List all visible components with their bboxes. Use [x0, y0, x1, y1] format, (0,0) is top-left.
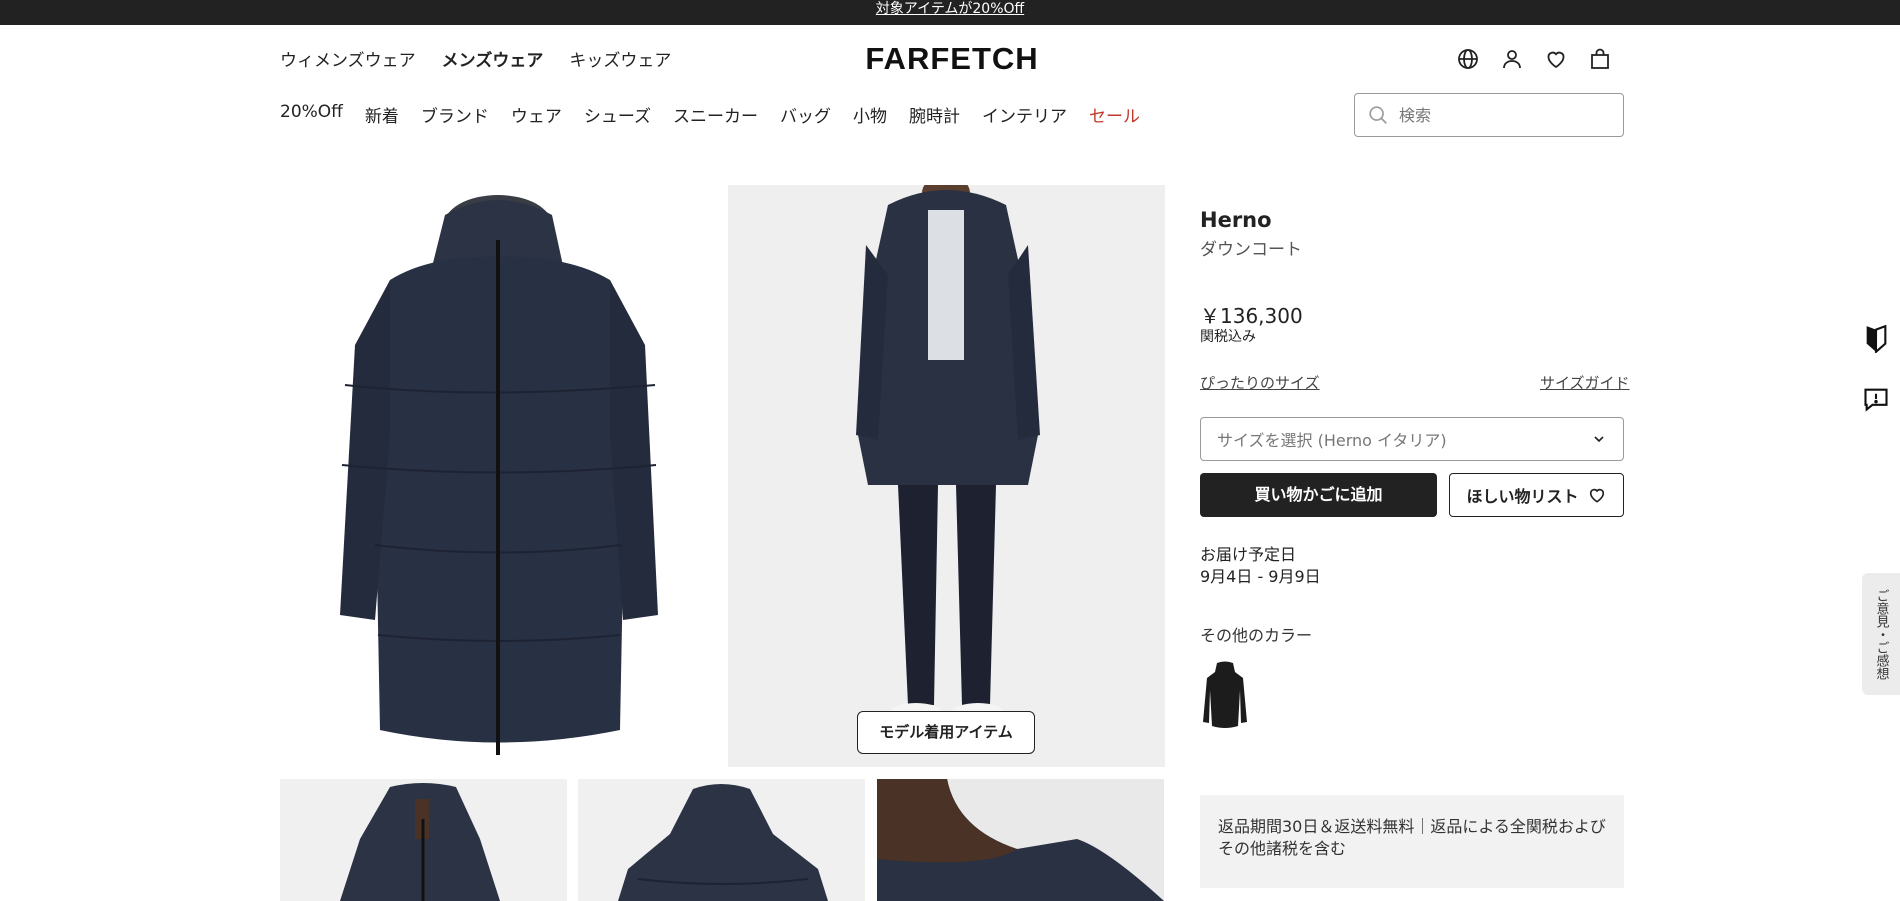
color-variant-swatch[interactable] [1200, 660, 1250, 730]
thumbnail-hood-front [340, 783, 500, 901]
product-price: ￥136,300 [1200, 304, 1303, 328]
product-brand[interactable]: Herno [1200, 208, 1272, 232]
thumbnail-hood-back [618, 784, 828, 901]
returns-info: 返品期間30日＆返送料無料｜返品による全関税および その他諸税を含む [1200, 795, 1624, 888]
category-sale[interactable]: セール [1089, 102, 1140, 127]
product-name: ダウンコート [1200, 240, 1302, 260]
category-accessories[interactable]: 小物 [853, 102, 887, 127]
product-thumbnail[interactable] [280, 779, 567, 901]
chat-feedback-icon[interactable] [1862, 385, 1890, 413]
product-image-model[interactable] [728, 185, 1165, 767]
category-brands[interactable]: ブランド [421, 102, 489, 127]
category-shoes[interactable]: シューズ [584, 102, 651, 127]
feedback-label: ご意見・ご感想 [1873, 588, 1889, 680]
category-bags[interactable]: バッグ [780, 102, 831, 127]
feedback-tab[interactable]: ご意見・ご感想 [1862, 573, 1900, 695]
size-select-placeholder: サイズを選択 (Herno イタリア) [1217, 431, 1447, 450]
beginner-badge-icon[interactable] [1862, 325, 1890, 353]
chevron-down-icon [1594, 436, 1604, 443]
shopping-bag-icon[interactable] [1588, 47, 1612, 71]
product-image-front[interactable] [280, 185, 717, 767]
black-coat-thumbnail [1203, 661, 1247, 728]
header-actions [1456, 47, 1612, 71]
model-illustration [728, 185, 1165, 767]
wishlist-label: ほしい物リスト [1466, 487, 1579, 506]
promo-link[interactable]: 対象アイテムが20%Off [876, 1, 1024, 17]
tax-note: 関税込み [1200, 329, 1256, 345]
department-nav: ウィメンズウェア メンズウェア キッズウェア [280, 46, 671, 71]
model-wearing-badge[interactable]: モデル着用アイテム [857, 711, 1035, 754]
search-input[interactable] [1399, 105, 1599, 125]
dept-womenswear[interactable]: ウィメンズウェア [280, 46, 416, 71]
account-icon[interactable] [1500, 47, 1524, 71]
add-to-wishlist-button[interactable]: ほしい物リスト [1449, 473, 1624, 517]
delivery-label: お届け予定日 [1200, 545, 1297, 564]
category-sneakers[interactable]: スニーカー [673, 102, 758, 127]
category-new-in[interactable]: 新着 [365, 102, 399, 127]
delivery-date: 9月4日 - 9月9日 [1200, 567, 1321, 586]
category-nav: 20%Off 新着 ブランド ウェア シューズ スニーカー バッグ 小物 腕時計… [280, 102, 1140, 127]
category-clothing[interactable]: ウェア [511, 102, 562, 127]
thumbnail-detail [877, 779, 1164, 901]
wishlist-heart-icon[interactable] [1544, 47, 1568, 71]
heart-icon [1589, 488, 1604, 503]
product-thumbnail[interactable] [578, 779, 865, 901]
other-colors-label: その他のカラー [1200, 626, 1313, 645]
site-logo[interactable]: FARFETCH [850, 42, 1054, 76]
dept-menswear[interactable]: メンズウェア [442, 46, 544, 71]
size-guide-link[interactable]: サイズガイド [1540, 372, 1630, 393]
coat-front-illustration [340, 195, 658, 755]
globe-icon[interactable] [1456, 47, 1480, 71]
dept-kidswear[interactable]: キッズウェア [569, 46, 671, 71]
product-thumbnail[interactable] [877, 779, 1164, 901]
fit-finder-link[interactable]: ぴったりのサイズ [1200, 372, 1320, 393]
category-20off[interactable]: 20%Off [280, 102, 343, 127]
promo-banner: 対象アイテムが20%Off [0, 0, 1900, 25]
category-watches[interactable]: 腕時計 [909, 102, 960, 127]
size-select[interactable]: サイズを選択 (Herno イタリア) [1200, 417, 1624, 461]
search-box[interactable] [1354, 93, 1624, 137]
category-interior[interactable]: インテリア [982, 102, 1067, 127]
search-icon [1369, 106, 1387, 124]
add-to-bag-button[interactable]: 買い物かごに追加 [1200, 473, 1437, 517]
